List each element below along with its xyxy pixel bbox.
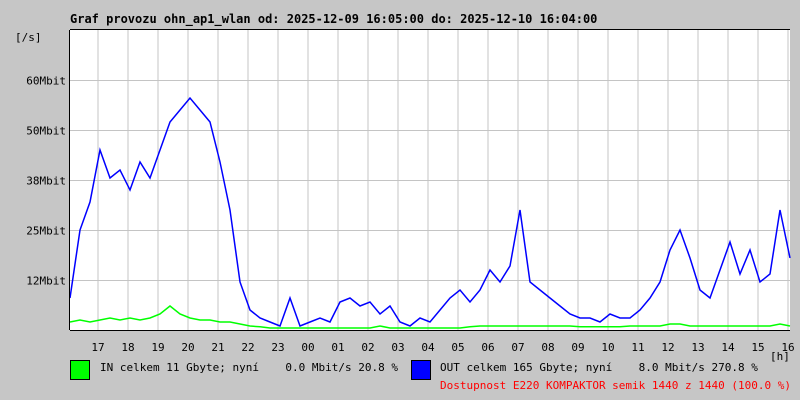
x-tick-label: 03: [391, 341, 404, 354]
x-tick-label: 02: [361, 341, 374, 354]
x-tick-label: 14: [721, 341, 735, 354]
x-tick-label: 01: [331, 341, 344, 354]
x-tick-label: 22: [241, 341, 254, 354]
x-tick-label: 18: [121, 341, 134, 354]
x-tick-label: 11: [631, 341, 644, 354]
x-tick-label: 19: [151, 341, 164, 354]
x-tick-label: 09: [571, 341, 584, 354]
in-legend-swatch: [70, 360, 90, 380]
x-tick-label: 20: [181, 341, 194, 354]
y-tick-label: 60Mbit: [26, 75, 66, 88]
out-legend-text: OUT celkem 165 Gbyte; nyní 8.0 Mbit/s 27…: [440, 361, 758, 374]
x-tick-label: 00: [301, 341, 314, 354]
x-tick-label: 12: [661, 341, 674, 354]
y-tick-label: 38Mbit: [26, 175, 66, 188]
x-tick-label: 06: [481, 341, 494, 354]
x-tick-label: 10: [601, 341, 614, 354]
x-tick-label: 15: [751, 341, 764, 354]
y-tick-label: 25Mbit: [26, 225, 66, 238]
availability-text: Dostupnost E220 KOMPAKTOR semik 1440 z 1…: [440, 379, 791, 392]
traffic-graph: Graf provozu ohn_ap1_wlan od: 2025-12-09…: [0, 0, 800, 400]
x-tick-label: 04: [421, 341, 435, 354]
x-tick-label: 07: [511, 341, 524, 354]
x-axis-unit: [h]: [770, 350, 790, 363]
in-legend-text: IN celkem 11 Gbyte; nyní 0.0 Mbit/s 20.8…: [100, 361, 399, 374]
plot: 17 18 19 20 21 22 23 00 01 02 03 04 05 06 07 08 09 10 11 12…: [26, 29, 795, 363]
y-tick-label: 12Mbit: [26, 275, 66, 288]
out-legend-swatch: [411, 360, 431, 380]
x-tick-label: 05: [451, 341, 464, 354]
x-tick-label: 21: [211, 341, 224, 354]
x-tick-label: 17: [91, 341, 104, 354]
x-tick-label: 08: [541, 341, 554, 354]
y-tick-label: 50Mbit: [26, 125, 66, 138]
x-tick-label: 13: [691, 341, 704, 354]
x-tick-label: 23: [271, 341, 284, 354]
